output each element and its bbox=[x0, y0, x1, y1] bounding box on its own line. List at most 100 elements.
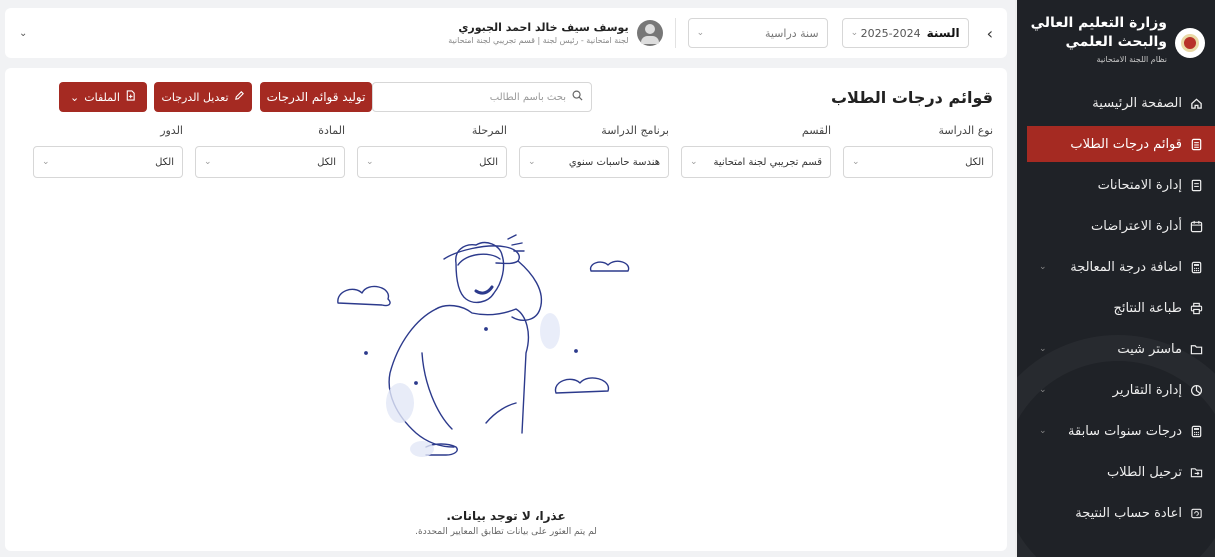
chevron-right-icon[interactable]: › bbox=[987, 24, 993, 43]
sidebar-item-label: الصفحة الرئيسية bbox=[1092, 95, 1182, 111]
sidebar-item-reports[interactable]: إدارة التقارير ⌄ bbox=[1017, 372, 1215, 408]
sidebar-item-student-transfer[interactable]: ترحيل الطلاب bbox=[1017, 454, 1215, 490]
filter-label-program: برنامج الدراسة bbox=[601, 124, 669, 137]
ministry-logo bbox=[1175, 28, 1205, 58]
calendar-icon bbox=[1189, 219, 1203, 233]
sidebar-item-home[interactable]: الصفحة الرئيسية bbox=[1017, 85, 1215, 121]
brand: وزارة التعليم العالي والبحث العلمي نظام … bbox=[1017, 0, 1215, 80]
sidebar-item-grade-lists[interactable]: قوائم درجات الطلاب bbox=[1027, 126, 1215, 162]
filters: الكل ⌄ قسم تجريبي لجنة امتحانية ⌄ هندسة … bbox=[19, 146, 993, 178]
academic-year-select[interactable]: السنة 2024-2025 ⌄ bbox=[841, 18, 969, 48]
year-value: 2024-2025 bbox=[860, 27, 921, 40]
sidebar-item-label: قوائم درجات الطلاب bbox=[1070, 136, 1182, 152]
folder-icon bbox=[1189, 342, 1203, 356]
study-year-select[interactable]: سنة دراسية ⌄ bbox=[687, 18, 828, 48]
page-title: قوائم درجات الطلاب bbox=[830, 87, 993, 107]
sidebar-nav: الصفحة الرئيسية قوائم درجات الطلاب إدارة… bbox=[1017, 85, 1215, 531]
edit-grades-button[interactable]: تعديل الدرجات bbox=[154, 82, 252, 112]
calculator-icon bbox=[1189, 424, 1203, 438]
sidebar-item-label: ماستر شيت bbox=[1117, 341, 1182, 357]
sidebar-item-label: طباعة النتائج bbox=[1113, 300, 1182, 316]
search-input[interactable]: بحث باسم الطالب bbox=[372, 82, 592, 112]
search-icon bbox=[572, 90, 583, 104]
chevron-down-icon: ⌄ bbox=[204, 157, 212, 167]
brand-title-line2: والبحث العلمي bbox=[1065, 34, 1167, 50]
sidebar-item-label: ترحيل الطلاب bbox=[1107, 464, 1182, 480]
transfer-icon bbox=[1189, 465, 1203, 479]
department-select[interactable]: قسم تجريبي لجنة امتحانية ⌄ bbox=[681, 146, 831, 178]
home-icon bbox=[1189, 96, 1203, 110]
chevron-down-icon[interactable]: ⌄ bbox=[19, 28, 27, 39]
pie-chart-icon bbox=[1189, 383, 1203, 397]
chevron-down-icon: ⌄ bbox=[1039, 262, 1047, 272]
filter-label-subject: المادة bbox=[318, 124, 345, 137]
chevron-down-icon: ⌄ bbox=[528, 157, 536, 167]
brand-subtitle: نظام اللجنة الامتحانية bbox=[1096, 55, 1167, 64]
main-panel: قوائم درجات الطلاب بحث باسم الطالب توليد… bbox=[5, 68, 1007, 551]
chevron-down-icon: ⌄ bbox=[366, 157, 374, 167]
sidebar-item-add-treatment-grade[interactable]: اضافة درجة المعالجة ⌄ bbox=[1017, 249, 1215, 285]
select-value: الكل bbox=[155, 156, 174, 168]
chevron-down-icon: ⌄ bbox=[696, 28, 705, 38]
grade-list-icon bbox=[1189, 137, 1203, 151]
sidebar-item-label: اضافة درجة المعالجة bbox=[1070, 259, 1182, 275]
sidebar-item-objections[interactable]: أدارة الاعتراضات bbox=[1017, 208, 1215, 244]
generate-grade-lists-button[interactable]: توليد قوائم الدرجات bbox=[260, 82, 372, 112]
chevron-down-icon: ⌄ bbox=[850, 28, 859, 38]
search-placeholder: بحث باسم الطالب bbox=[489, 91, 566, 103]
empty-state-title: عذرا، لا توجد بيانات. bbox=[446, 509, 566, 523]
user-role: لجنة امتحانية - رئيس لجنة | قسم تجريبي ل… bbox=[448, 36, 629, 45]
filter-label-round: الدور bbox=[160, 124, 183, 137]
divider bbox=[674, 18, 676, 48]
chevron-down-icon: ⌄ bbox=[42, 157, 50, 167]
top-bar: › السنة 2024-2025 ⌄ سنة دراسية ⌄ يوسف سيف… bbox=[5, 8, 1007, 58]
recalc-icon bbox=[1189, 506, 1203, 520]
filter-labels: نوع الدراسة القسم برنامج الدراسة المرحلة… bbox=[19, 124, 993, 140]
round-select[interactable]: الكل ⌄ bbox=[33, 146, 183, 178]
calculator-icon bbox=[1189, 260, 1203, 274]
chevron-down-icon: ⌄ bbox=[852, 157, 860, 167]
chevron-down-icon: ⌄ bbox=[1039, 344, 1047, 354]
sidebar: وزارة التعليم العالي والبحث العلمي نظام … bbox=[1015, 0, 1215, 557]
chevron-down-icon: ⌄ bbox=[690, 157, 698, 167]
exam-icon bbox=[1189, 178, 1203, 192]
empty-state-subtitle: لم يتم العثور على بيانات تطابق المعايير … bbox=[415, 527, 597, 537]
program-select[interactable]: هندسة حاسبات سنوي ⌄ bbox=[519, 146, 669, 178]
sidebar-item-print-results[interactable]: طباعة النتائج bbox=[1017, 290, 1215, 326]
sidebar-item-exams[interactable]: إدارة الامتحانات bbox=[1017, 167, 1215, 203]
select-value: قسم تجريبي لجنة امتحانية bbox=[713, 156, 822, 168]
year-label: السنة bbox=[926, 26, 960, 40]
sidebar-item-label: اعادة حساب النتيجة bbox=[1075, 505, 1182, 521]
study-year-placeholder: سنة دراسية bbox=[764, 26, 819, 40]
filter-label-study-type: نوع الدراسة bbox=[938, 124, 993, 137]
chevron-down-icon: ⌄ bbox=[1039, 385, 1047, 395]
subject-select[interactable]: الكل ⌄ bbox=[195, 146, 345, 178]
printer-icon bbox=[1189, 301, 1203, 315]
sidebar-item-label: إدارة الامتحانات bbox=[1097, 177, 1182, 193]
select-value: الكل bbox=[317, 156, 336, 168]
sidebar-item-recalculate-result[interactable]: اعادة حساب النتيجة bbox=[1017, 495, 1215, 531]
user-menu[interactable]: يوسف سيف خالد احمد الجبوري لجنة امتحانية… bbox=[19, 20, 663, 46]
avatar bbox=[636, 20, 663, 46]
chevron-down-icon: ⌄ bbox=[70, 90, 80, 104]
stage-select[interactable]: الكل ⌄ bbox=[357, 146, 507, 178]
brand-title-line1: وزارة التعليم العالي bbox=[1030, 15, 1167, 31]
select-value: الكل bbox=[479, 156, 498, 168]
empty-state-illustration bbox=[337, 234, 630, 457]
filter-label-stage: المرحلة bbox=[471, 124, 507, 137]
pencil-icon bbox=[234, 90, 245, 104]
files-dropdown-button[interactable]: الملفات ⌄ bbox=[59, 82, 147, 112]
sidebar-item-label: أدارة الاعتراضات bbox=[1091, 218, 1182, 234]
select-value: الكل bbox=[965, 156, 984, 168]
sidebar-item-master-sheet[interactable]: ماستر شيت ⌄ bbox=[1017, 331, 1215, 367]
sidebar-item-label: درجات سنوات سابقة bbox=[1068, 423, 1182, 439]
select-value: هندسة حاسبات سنوي bbox=[568, 156, 660, 168]
empty-state: عذرا، لا توجد بيانات. لم يتم العثور على … bbox=[5, 233, 1007, 553]
chevron-down-icon: ⌄ bbox=[1039, 426, 1047, 436]
button-label: الملفات bbox=[84, 90, 120, 104]
sidebar-item-previous-years-grades[interactable]: درجات سنوات سابقة ⌄ bbox=[1017, 413, 1215, 449]
study-type-select[interactable]: الكل ⌄ bbox=[843, 146, 993, 178]
filter-label-department: القسم bbox=[801, 124, 831, 137]
button-label: توليد قوائم الدرجات bbox=[266, 90, 366, 104]
button-label: تعديل الدرجات bbox=[161, 90, 229, 104]
